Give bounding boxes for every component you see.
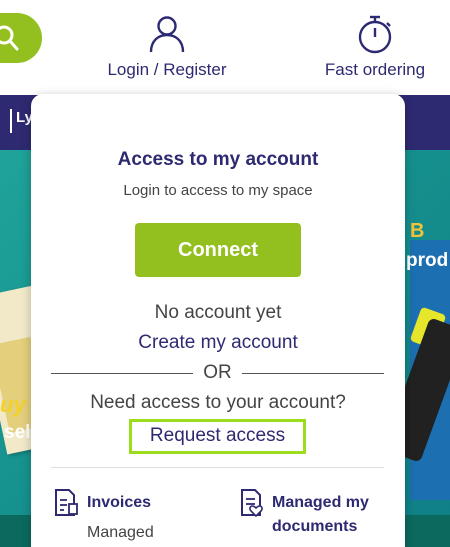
managed-documents-shortcut[interactable]: Managed my documents bbox=[239, 488, 389, 547]
managed-documents-title: Managed my documents bbox=[272, 494, 369, 535]
account-popover: Access to my account Login to access to … bbox=[31, 94, 405, 547]
stopwatch-icon bbox=[358, 15, 392, 54]
user-icon bbox=[149, 16, 185, 53]
banner-text-fragment: B bbox=[410, 220, 425, 242]
document-heart-icon bbox=[241, 489, 263, 518]
fast-ordering-label: Fast ordering bbox=[324, 60, 426, 79]
separator-line bbox=[242, 373, 384, 374]
create-account-link[interactable]: Create my account bbox=[31, 332, 405, 354]
or-separator: OR bbox=[51, 362, 384, 386]
banner-text-fragment: uy bbox=[0, 392, 26, 417]
invoice-icon bbox=[55, 489, 78, 516]
connect-button[interactable]: Connect bbox=[135, 223, 301, 277]
request-access-link[interactable]: Request access bbox=[129, 419, 306, 454]
divider bbox=[51, 467, 384, 468]
no-account-text: No account yet bbox=[154, 302, 282, 323]
need-access-text: Need access to your account? bbox=[90, 392, 346, 413]
popover-title: Access to my account bbox=[117, 149, 319, 170]
search-button[interactable] bbox=[0, 13, 42, 63]
brand-logo[interactable]: Ly bbox=[10, 109, 33, 133]
banner-text-fragment: prod bbox=[406, 250, 449, 271]
popover-subtitle: Login to access to my space bbox=[123, 182, 313, 199]
request-access-label: Request access bbox=[149, 425, 286, 446]
banner-text-fragment: sel bbox=[4, 422, 31, 443]
search-icon bbox=[0, 25, 19, 51]
invoices-shortcut[interactable]: Invoices Managed bbox=[53, 488, 203, 547]
fast-ordering-link[interactable]: Fast ordering bbox=[318, 14, 432, 80]
login-register-link[interactable]: Login / Register bbox=[100, 14, 234, 80]
invoices-title: Invoices bbox=[87, 494, 152, 511]
invoices-subtitle: Managed bbox=[87, 524, 154, 541]
login-register-label: Login / Register bbox=[107, 60, 227, 79]
header: Login / Register Fast ordering bbox=[0, 0, 450, 95]
